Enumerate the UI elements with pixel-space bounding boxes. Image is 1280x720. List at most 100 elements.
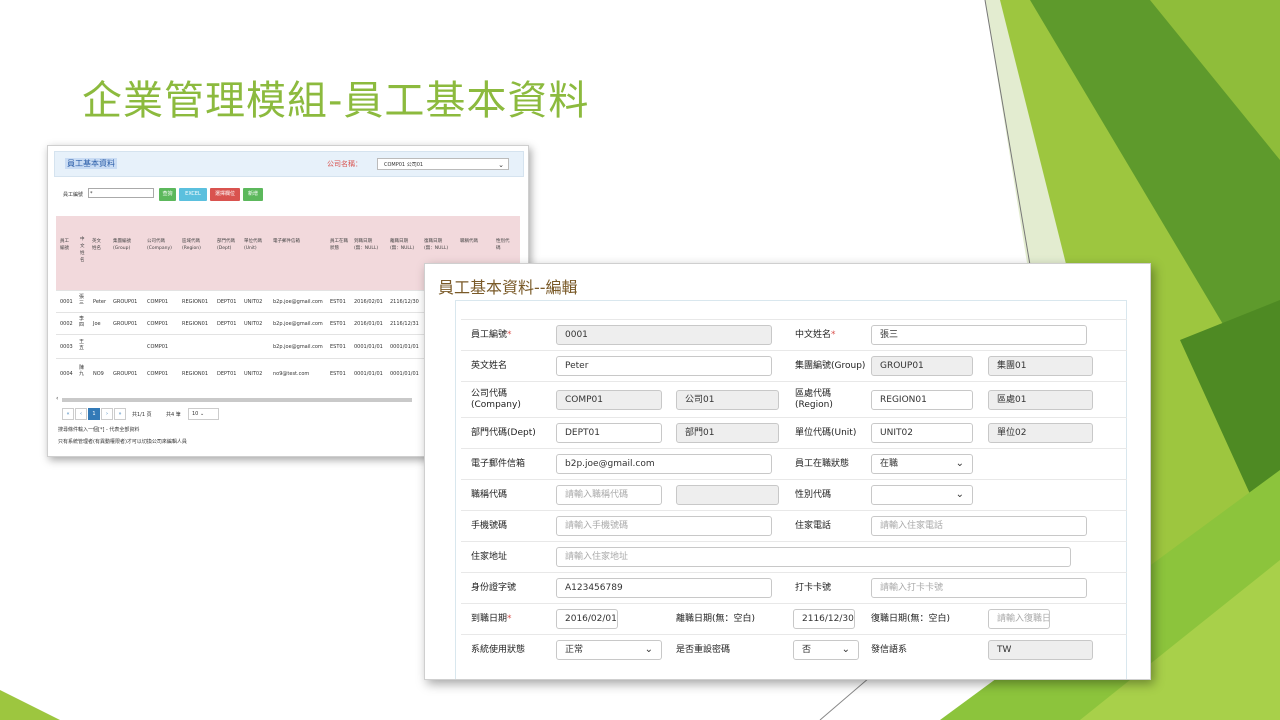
chevron-left-icon[interactable]: ‹ bbox=[56, 395, 58, 402]
lang-field[interactable]: TW bbox=[988, 640, 1093, 660]
sys-status-select[interactable]: 正常 ⌄ bbox=[556, 640, 662, 660]
gender-select[interactable]: ⌄ bbox=[871, 485, 973, 505]
company-name-field: 公司01 bbox=[676, 390, 779, 410]
next-page-button[interactable]: › bbox=[101, 408, 113, 420]
record-count: 共4 筆 bbox=[166, 412, 181, 418]
lang-label: 發信語系 bbox=[871, 645, 908, 655]
unit-name-field: 單位02 bbox=[988, 423, 1093, 443]
note-text: 搜尋條件輸入一個[*] - 代表全部資料 bbox=[58, 427, 140, 433]
chevron-down-icon: ⌄ bbox=[955, 489, 964, 500]
unit-code-field[interactable]: UNIT02 bbox=[871, 423, 973, 443]
rehire-date-field[interactable]: 請輸入復職日 bbox=[988, 609, 1050, 629]
gender-label: 性別代碼 bbox=[795, 490, 832, 500]
column-header: 離職日期(無：NULL) bbox=[390, 239, 415, 251]
email-field[interactable]: b2p.joe@gmail.com bbox=[556, 454, 772, 474]
address-field[interactable]: 請輸入住家地址 bbox=[556, 547, 1071, 567]
form-title: 員工基本資料--編輯 bbox=[438, 278, 578, 297]
company-select[interactable]: COMP01 公司01 ⌄ bbox=[377, 158, 509, 170]
emp-no-label: 員工編號* bbox=[471, 330, 512, 340]
employee-edit-screenshot: 員工基本資料--編輯 員工編號* 0001 中文姓名* 張三 英文姓名 Pete… bbox=[424, 263, 1151, 680]
leave-date-label: 離職日期(無：空白) bbox=[676, 614, 756, 624]
emp-no-field[interactable]: 0001 bbox=[556, 325, 772, 345]
column-header: 電子郵件信箱 bbox=[273, 239, 300, 244]
column-header: 員工在職狀態 bbox=[330, 239, 348, 251]
form-row: 身份證字號 A123456789 打卡卡號 請輸入打卡卡號 bbox=[461, 572, 1127, 604]
dept-label: 部門代碼(Dept) bbox=[471, 428, 536, 438]
homephone-field[interactable]: 請輸入住家電話 bbox=[871, 516, 1087, 536]
chevron-down-icon: ⌄ bbox=[955, 458, 964, 469]
last-page-button[interactable]: » bbox=[114, 408, 126, 420]
chevron-down-icon: ⌄ bbox=[498, 161, 504, 169]
jobtitle-field[interactable]: 請輸入職稱代碼 bbox=[556, 485, 662, 505]
horizontal-scrollbar[interactable] bbox=[62, 398, 412, 402]
first-page-button[interactable]: « bbox=[62, 408, 74, 420]
hire-date-field[interactable]: 2016/02/01 bbox=[556, 609, 618, 629]
note-text: 只有系統管理者(有異動權限者)才可以切換公司來編輯人員 bbox=[58, 439, 187, 445]
homephone-label: 住家電話 bbox=[795, 521, 832, 531]
form-row: 電子郵件信箱 b2p.joe@gmail.com 員工在職狀態 在職 ⌄ bbox=[461, 448, 1127, 480]
status-label: 員工在職狀態 bbox=[795, 459, 850, 469]
email-label: 電子郵件信箱 bbox=[471, 459, 526, 469]
hire-date-label: 到職日期* bbox=[471, 614, 512, 624]
cname-field[interactable]: 張三 bbox=[871, 325, 1087, 345]
address-label: 住家地址 bbox=[471, 552, 508, 562]
leave-date-field[interactable]: 2116/12/30 bbox=[793, 609, 855, 629]
filter-label: 員工編號 bbox=[63, 192, 84, 198]
select-columns-button[interactable]: 選擇欄位 bbox=[210, 188, 240, 201]
form-row: 到職日期* 2016/02/01 離職日期(無：空白) 2116/12/30 復… bbox=[461, 603, 1127, 635]
page-size-select[interactable]: 10 ⌄ bbox=[188, 408, 219, 420]
employee-no-filter-input[interactable]: * bbox=[88, 188, 154, 198]
chevron-down-icon: ⌄ bbox=[644, 644, 653, 655]
add-button[interactable]: 新增 bbox=[243, 188, 263, 201]
column-header: 公司代碼(Company) bbox=[147, 239, 172, 251]
sys-status-label: 系統使用狀態 bbox=[471, 645, 526, 655]
ename-field[interactable]: Peter bbox=[556, 356, 772, 376]
slide-title: 企業管理模組-員工基本資料 bbox=[82, 78, 590, 124]
idno-label: 身份證字號 bbox=[471, 583, 517, 593]
idno-field[interactable]: A123456789 bbox=[556, 578, 772, 598]
column-header: 部門代碼(Dept) bbox=[217, 239, 235, 251]
card-field[interactable]: 請輸入打卡卡號 bbox=[871, 578, 1087, 598]
region-label: 區處代碼 (Region) bbox=[795, 389, 833, 410]
company-label: 公司名稱： bbox=[327, 160, 362, 168]
company-label: 公司代碼 (Company) bbox=[471, 389, 521, 410]
mobile-field[interactable]: 請輸入手機號碼 bbox=[556, 516, 772, 536]
page-1-button[interactable]: 1 bbox=[88, 408, 100, 420]
form-row: 職稱代碼 請輸入職稱代碼 性別代碼 ⌄ bbox=[461, 479, 1127, 511]
group-code-field[interactable]: GROUP01 bbox=[871, 356, 973, 376]
dept-name-field: 部門01 bbox=[676, 423, 779, 443]
form-row: 手機號碼 請輸入手機號碼 住家電話 請輸入住家電話 bbox=[461, 510, 1127, 542]
company-code-field[interactable]: COMP01 bbox=[556, 390, 662, 410]
group-label: 集團編號(Group) bbox=[795, 361, 866, 371]
rehire-date-label: 復職日期(無：空白) bbox=[871, 614, 951, 624]
column-header: 中文姓名 bbox=[80, 237, 85, 263]
column-header: 英文姓名 bbox=[92, 239, 101, 251]
reset-pw-select[interactable]: 否 ⌄ bbox=[793, 640, 859, 660]
form-row: 公司代碼 (Company) COMP01 公司01 區處代碼 (Region)… bbox=[461, 381, 1127, 418]
column-header: 區域代碼(Region) bbox=[182, 239, 201, 251]
region-code-field[interactable]: REGION01 bbox=[871, 390, 973, 410]
jobtitle-label: 職稱代碼 bbox=[471, 490, 508, 500]
form-row: 英文姓名 Peter 集團編號(Group) GROUP01 集團01 bbox=[461, 350, 1127, 382]
column-header: 性別代碼 bbox=[496, 239, 510, 251]
ename-label: 英文姓名 bbox=[471, 361, 508, 371]
unit-label: 單位代碼(Unit) bbox=[795, 428, 857, 438]
status-select[interactable]: 在職 ⌄ bbox=[871, 454, 973, 474]
page-info: 共1/1 頁 bbox=[132, 412, 152, 418]
excel-button[interactable]: EXCEL bbox=[179, 188, 207, 201]
chevron-down-icon: ⌄ bbox=[841, 644, 850, 655]
column-header: 集團編號(Group) bbox=[113, 239, 131, 251]
reset-pw-label: 是否重設密碼 bbox=[676, 645, 731, 655]
form-row: 住家地址 請輸入住家地址 bbox=[461, 541, 1127, 573]
form-row: 系統使用狀態 正常 ⌄ 是否重設密碼 否 ⌄ 發信語系 TW bbox=[461, 634, 1127, 666]
card-label: 打卡卡號 bbox=[795, 583, 832, 593]
form-row: 員工編號* 0001 中文姓名* 張三 bbox=[461, 319, 1127, 351]
dept-code-field[interactable]: DEPT01 bbox=[556, 423, 662, 443]
column-header: 職稱代碼 bbox=[460, 239, 478, 244]
group-name-field: 集團01 bbox=[988, 356, 1093, 376]
cname-label: 中文姓名* bbox=[795, 330, 836, 340]
search-button[interactable]: 查詢 bbox=[159, 188, 176, 201]
prev-page-button[interactable]: ‹ bbox=[75, 408, 87, 420]
column-header: 員工編號 bbox=[60, 239, 69, 251]
list-header: 員工基本資料 公司名稱： COMP01 公司01 ⌄ bbox=[54, 151, 524, 177]
